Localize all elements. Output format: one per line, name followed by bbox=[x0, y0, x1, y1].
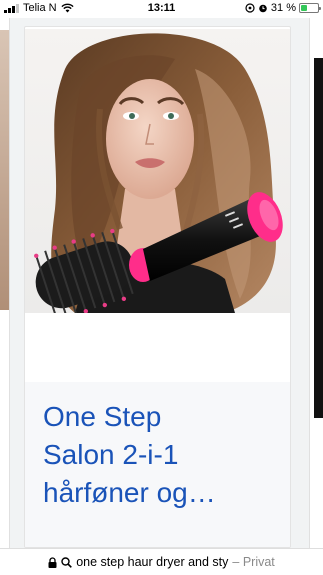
url-query-text: one step haur dryer and sty bbox=[76, 555, 229, 569]
product-result-card[interactable]: One Step Salon 2-i-1 hårføner og… bbox=[24, 26, 291, 548]
location-icon bbox=[245, 3, 255, 13]
status-bar: Telia N 13:11 31 % bbox=[0, 0, 323, 18]
next-result-card[interactable] bbox=[309, 18, 323, 548]
image-spacer bbox=[25, 313, 290, 381]
search-icon bbox=[61, 556, 73, 568]
status-right: 31 % bbox=[245, 2, 321, 14]
previous-result-card[interactable] bbox=[0, 18, 10, 548]
battery-icon bbox=[299, 3, 321, 13]
screen: Telia N 13:11 31 % One Step Salon 2-i-1 … bbox=[0, 0, 323, 575]
private-mode-label: – Privat bbox=[232, 555, 275, 569]
alarm-icon bbox=[259, 4, 267, 13]
product-caption[interactable]: One Step Salon 2-i-1 hårføner og… bbox=[25, 382, 290, 547]
title-line: One Step bbox=[43, 401, 162, 432]
title-line: Salon 2-i-1 bbox=[43, 439, 179, 470]
lock-icon bbox=[48, 556, 57, 568]
url-bar[interactable]: one step haur dryer and sty – Privat bbox=[0, 548, 323, 575]
title-line: hårføner og… bbox=[43, 477, 216, 508]
product-title-link[interactable]: One Step Salon 2-i-1 hårføner og… bbox=[43, 398, 278, 512]
battery-percent: 31 % bbox=[270, 2, 296, 14]
image-carousel[interactable]: One Step Salon 2-i-1 hårføner og… bbox=[0, 18, 323, 548]
hair-styler-model-image[interactable] bbox=[25, 29, 290, 313]
